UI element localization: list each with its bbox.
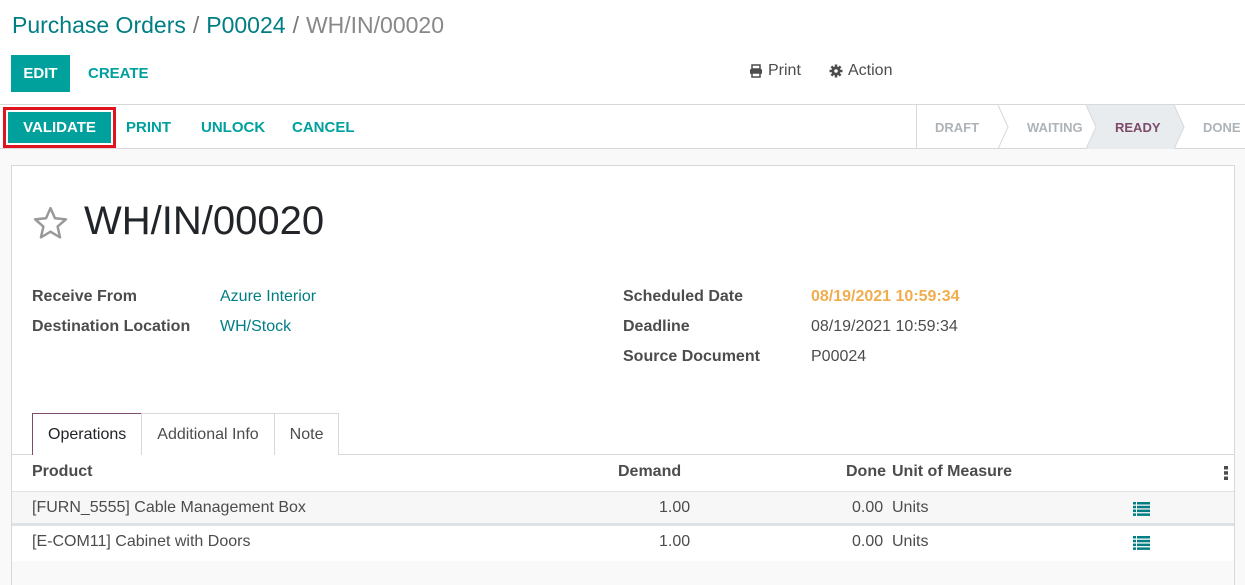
tab-additional-info[interactable]: Additional Info [141, 413, 275, 455]
notebook-tabs: Operations Additional Info Note [32, 413, 340, 455]
stage-ready[interactable]: READY [1087, 105, 1185, 149]
cell-uom: Units [892, 499, 929, 516]
tab-note[interactable]: Note [273, 413, 340, 455]
detailed-operations-icon[interactable] [1133, 536, 1150, 550]
statusbar: VALIDATE PRINT UNLOCK CANCEL DRAFT WAITI… [0, 105, 1245, 149]
scheduled-date-value: 08/19/2021 10:59:34 [811, 288, 960, 305]
stage-label: DRAFT [935, 119, 980, 135]
stage-arrow [1086, 105, 1097, 149]
cell-done: 0.00 [852, 533, 884, 550]
stage-label: READY [1115, 119, 1161, 135]
receive-from-label: Receive From [32, 288, 137, 305]
table-empty-area [12, 561, 1234, 585]
table-row[interactable]: [E-COM11] Cabinet with Doors 1.00 0.00 U… [12, 526, 1234, 561]
cell-demand: 1.00 [659, 533, 691, 550]
print-dropdown[interactable]: Print [749, 62, 801, 80]
cell-product: [E-COM11] Cabinet with Doors [32, 533, 251, 550]
column-product[interactable]: Product [32, 463, 92, 481]
gear-icon [829, 64, 843, 78]
print-button[interactable]: PRINT [126, 105, 171, 149]
action-label: Action [848, 62, 893, 79]
breadcrumb-purchase-orders[interactable]: Purchase Orders [12, 12, 186, 38]
stage-label: WAITING [1027, 119, 1083, 135]
edit-button[interactable]: EDIT [11, 55, 70, 92]
destination-location-value[interactable]: WH/Stock [220, 318, 291, 336]
deadline-label: Deadline [623, 318, 690, 335]
form-sheet: WH/IN/00020 Receive From Azure Interior … [11, 165, 1235, 585]
printer-icon [750, 64, 762, 78]
cancel-button[interactable]: CANCEL [292, 105, 355, 149]
control-panel: Purchase Orders / P00024/WH/IN/00020 EDIT … [0, 0, 1245, 105]
scheduled-date-label: Scheduled Date [623, 288, 744, 305]
detailed-operations-icon[interactable] [1133, 502, 1150, 516]
record-title: WH/IN/00020 [84, 199, 325, 243]
print-label: Print [768, 62, 801, 79]
status-stages: DRAFT WAITING READY DONE [916, 105, 1245, 149]
validate-highlight: VALIDATE [3, 107, 116, 148]
stage-draft[interactable]: DRAFT [917, 105, 1009, 149]
stage-done[interactable]: DONE [1175, 105, 1245, 149]
breadcrumb-separator: / [192, 12, 200, 38]
star-outline-icon[interactable] [32, 205, 69, 242]
table-row[interactable]: [FURN_5555] Cable Management Box 1.00 0.… [12, 491, 1234, 526]
stage-label: DONE [1203, 119, 1241, 135]
tab-operations[interactable]: Operations [32, 413, 143, 455]
cell-done: 0.00 [852, 499, 884, 516]
validate-button[interactable]: VALIDATE [8, 112, 111, 143]
column-done[interactable]: Done [846, 463, 886, 481]
unlock-button[interactable]: UNLOCK [201, 105, 265, 149]
optional-columns-icon[interactable] [1224, 466, 1228, 480]
breadcrumb-po[interactable]: P00024 [206, 12, 285, 38]
create-button[interactable]: CREATE [80, 55, 157, 92]
column-demand[interactable]: Demand [618, 463, 681, 481]
deadline-value: 08/19/2021 10:59:34 [811, 318, 958, 335]
stage-waiting[interactable]: WAITING [999, 105, 1097, 149]
breadcrumb: Purchase Orders / P00024/WH/IN/00020 [12, 12, 444, 39]
stage-arrow [1174, 105, 1185, 149]
action-dropdown[interactable]: Action [829, 62, 892, 80]
column-unit-of-measure[interactable]: Unit of Measure [892, 463, 1012, 481]
cell-demand: 1.00 [659, 499, 691, 516]
cell-uom: Units [892, 533, 929, 550]
cell-product: [FURN_5555] Cable Management Box [32, 499, 306, 516]
destination-location-label: Destination Location [32, 318, 191, 335]
breadcrumb-separator: / [292, 12, 299, 38]
source-document-label: Source Document [623, 348, 760, 365]
source-document-value: P00024 [811, 348, 867, 365]
receive-from-value[interactable]: Azure Interior [220, 288, 316, 306]
breadcrumb-current: WH/IN/00020 [305, 12, 445, 38]
stage-arrow [998, 105, 1009, 149]
